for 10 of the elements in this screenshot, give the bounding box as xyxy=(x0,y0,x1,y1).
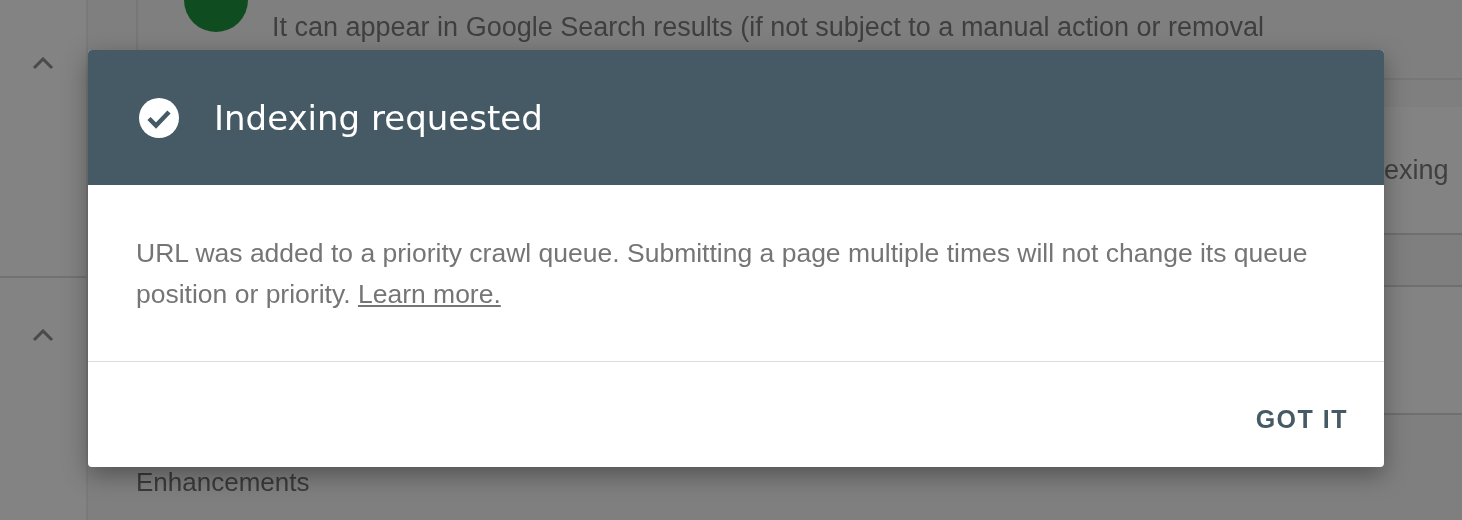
learn-more-link[interactable]: Learn more. xyxy=(357,279,501,309)
dialog-title: Indexing requested xyxy=(214,97,543,138)
card-text: exing xyxy=(1384,155,1450,186)
check-circle-icon xyxy=(138,96,180,139)
chevron-up-icon[interactable] xyxy=(32,329,54,342)
chevron-up-icon[interactable] xyxy=(32,57,54,70)
dialog-message: URL was added to a priority crawl queue. Submitting a page multiple times will not change its queue position or priority. Learn more. xyxy=(136,237,1309,311)
section-heading: Enhancements xyxy=(136,467,311,498)
status-text: It can appear in Google Search results (if not subject to a manual action or removal xyxy=(272,11,1265,43)
got-it-button[interactable]: GOT IT xyxy=(1243,397,1360,442)
